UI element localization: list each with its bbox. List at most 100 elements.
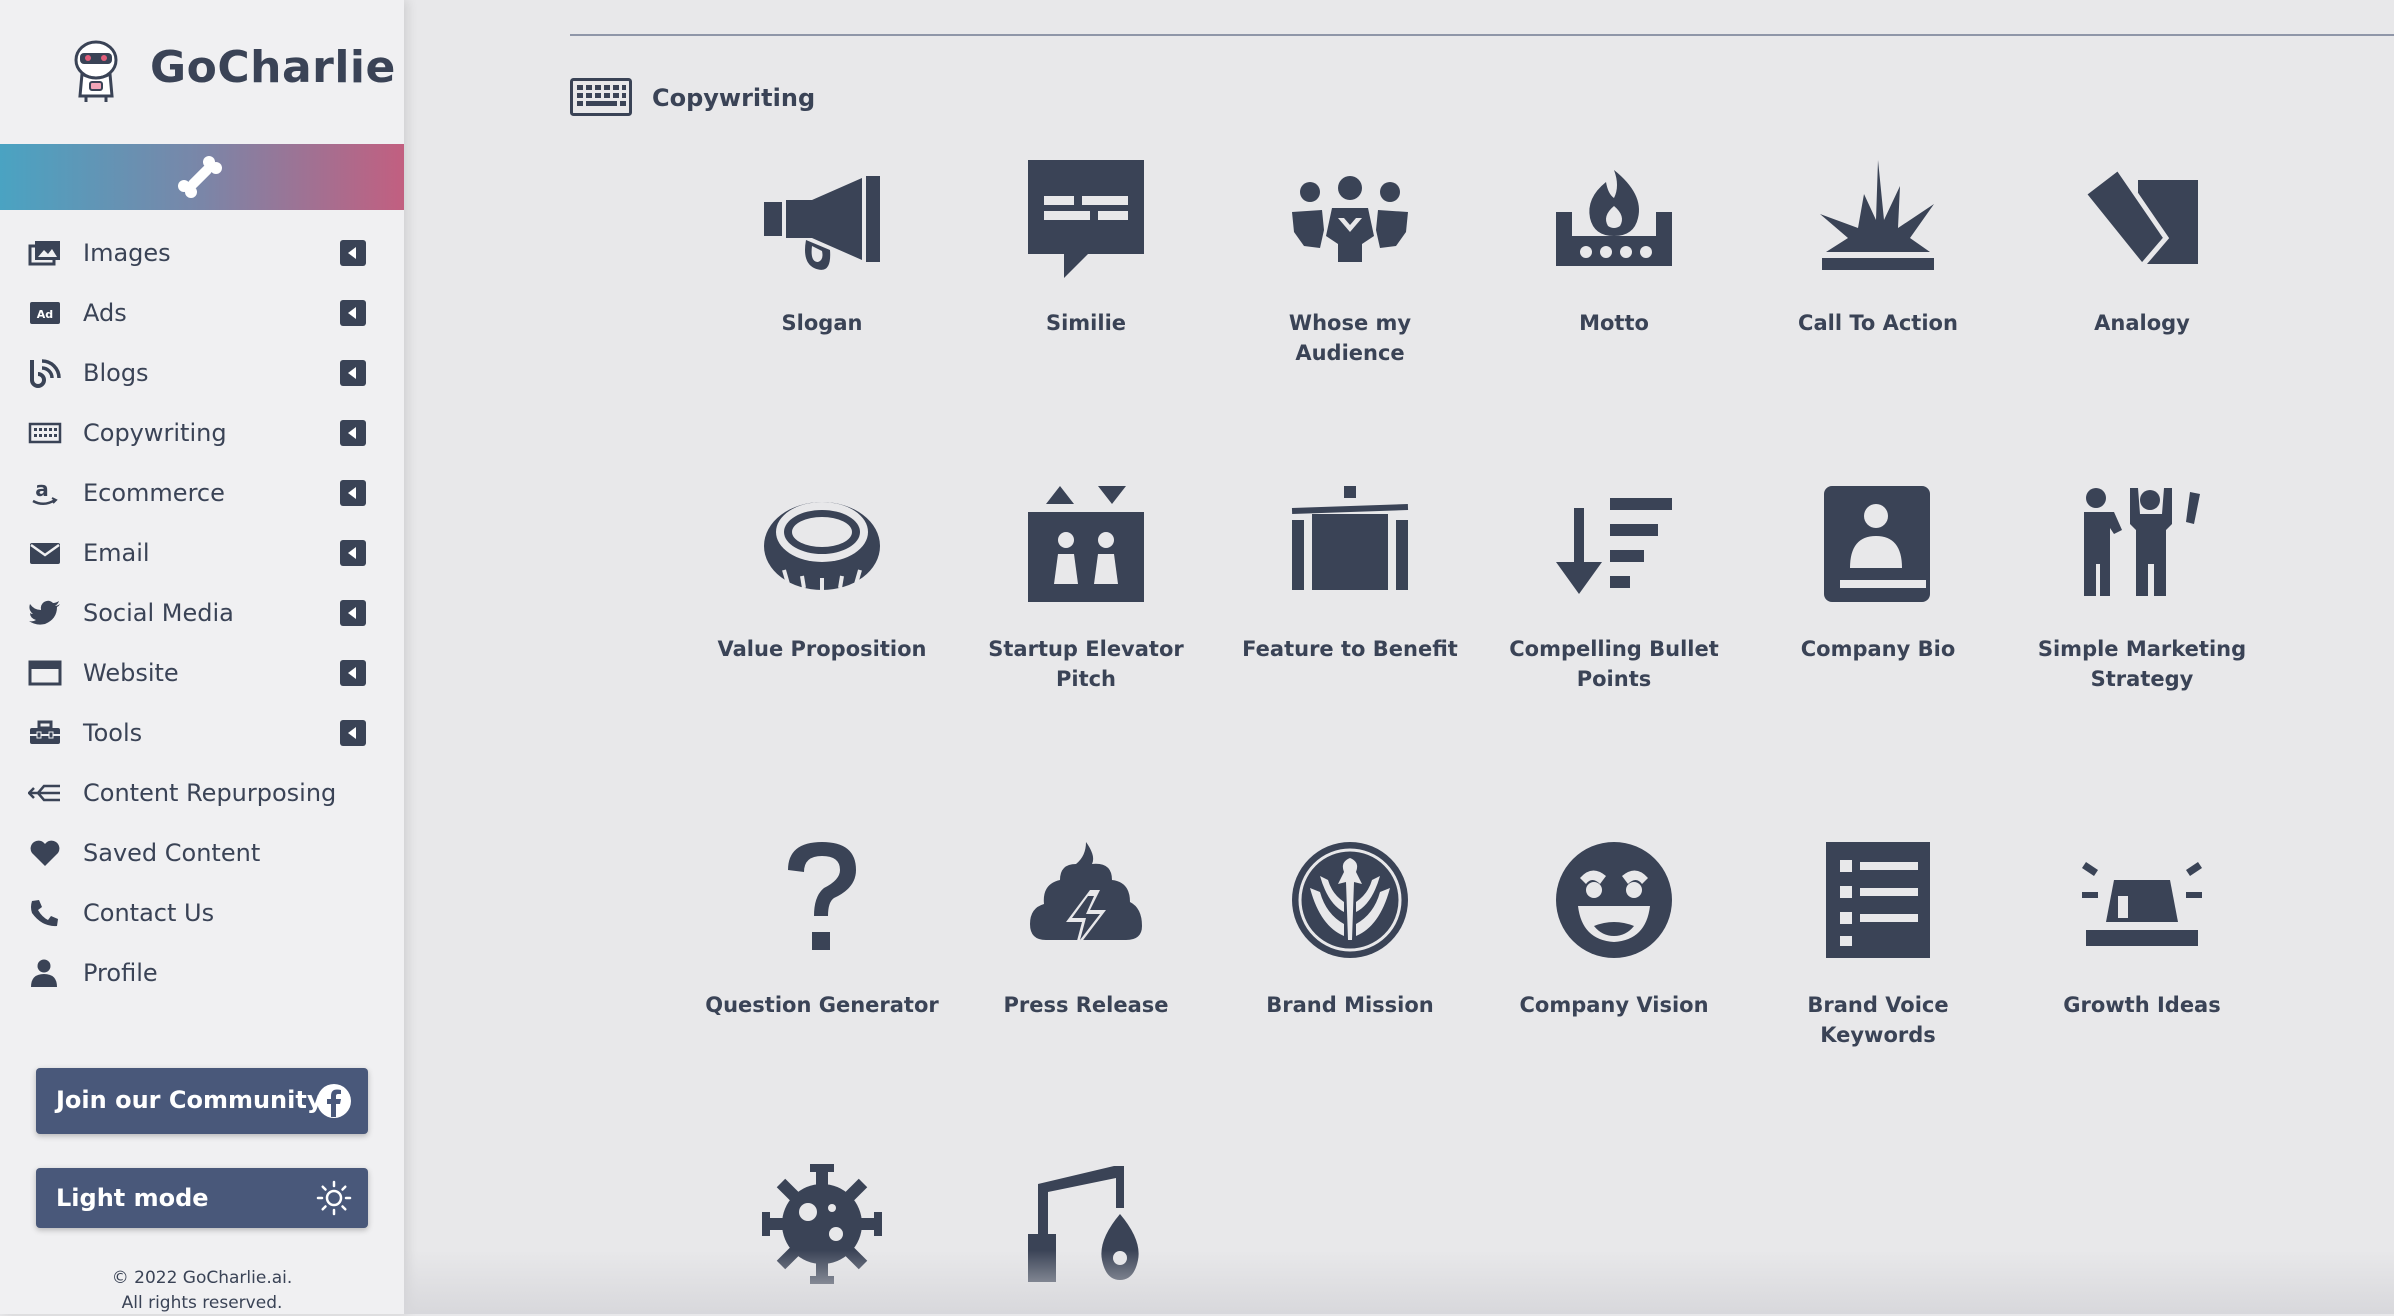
siren-icon xyxy=(2082,862,2202,946)
suitcase-icon xyxy=(1291,486,1409,590)
sidebar-item-profile[interactable]: Profile xyxy=(0,948,404,998)
logo[interactable]: GoCharlie xyxy=(0,0,404,144)
sidebar-item-images[interactable]: Images xyxy=(0,228,404,278)
sidebar-item-saved-content[interactable]: Saved Content xyxy=(0,828,404,878)
caret-left-icon[interactable] xyxy=(340,540,366,566)
caret-left-icon[interactable] xyxy=(340,480,366,506)
svg-text:Ad: Ad xyxy=(37,308,53,321)
sidebar-item-content-repurposing[interactable]: Content Repurposing xyxy=(0,768,404,818)
toolbox-icon xyxy=(30,720,60,744)
svg-text:a: a xyxy=(35,478,49,501)
light-mode-label: Light mode xyxy=(56,1184,209,1212)
caret-left-icon[interactable] xyxy=(340,420,366,446)
tool-label: Whose my Audience xyxy=(1288,311,1412,365)
sort-list-icon xyxy=(1556,498,1672,594)
sidebar-item-label: Email xyxy=(83,539,150,567)
sidebar-item-tools[interactable]: Tools xyxy=(0,708,404,758)
envelope-icon xyxy=(30,543,60,564)
tool-label: Simple Marketing Strategy xyxy=(2037,637,2247,691)
poo-storm-icon xyxy=(1030,842,1142,952)
sidebar-item-label: Website xyxy=(83,659,179,687)
tool-label: Compelling Bullet Points xyxy=(1509,637,1719,691)
contact-book-icon xyxy=(1824,486,1930,602)
tool-label: Analogy xyxy=(2094,311,2190,335)
gas-pump-icon xyxy=(1028,1166,1139,1282)
rights-line: All rights reserved. xyxy=(121,1293,283,1313)
sidebar: GoCharlie Images Ad Ads Blogs Copywritin… xyxy=(0,0,404,1314)
app-name: GoCharlie xyxy=(150,42,396,93)
bone-icon[interactable] xyxy=(176,154,224,200)
copyright-line: © 2022 GoCharlie.ai. xyxy=(111,1268,293,1288)
tool-label: Question Generator xyxy=(705,993,939,1017)
light-mode-button[interactable]: Light mode xyxy=(36,1168,368,1228)
tool-label: Brand Mission xyxy=(1266,993,1434,1017)
tool-label: Press Release xyxy=(1003,993,1169,1017)
sidebar-item-social-media[interactable]: Social Media xyxy=(0,588,404,638)
tool-label: Call To Action xyxy=(1798,311,1958,335)
blog-icon xyxy=(30,359,61,388)
header-divider xyxy=(570,34,2394,36)
sidebar-item-blogs[interactable]: Blogs xyxy=(0,348,404,398)
tool-label: Motto xyxy=(1579,311,1649,335)
caret-left-icon[interactable] xyxy=(340,660,366,686)
sidebar-item-email[interactable]: Email xyxy=(0,528,404,578)
sidebar-item-label: Contact Us xyxy=(83,899,215,927)
presenter-icon xyxy=(2084,488,2200,596)
sidebar-item-label: Profile xyxy=(83,959,158,987)
user-icon xyxy=(31,959,57,987)
sidebar-item-label: Content Repurposing xyxy=(83,779,337,807)
campfire-icon xyxy=(1556,170,1672,266)
speech-bubble-icon xyxy=(1028,160,1144,278)
brand-gradient-bar xyxy=(0,144,404,210)
mascot-icon xyxy=(74,40,118,102)
twitter-icon xyxy=(29,600,60,625)
ring-icon xyxy=(764,502,880,590)
merge-arrow-icon xyxy=(28,784,60,802)
tool-label: Growth Ideas xyxy=(2063,993,2221,1017)
question-icon xyxy=(788,842,856,950)
amazon-icon: a xyxy=(32,478,58,505)
sidebar-item-label: Ecommerce xyxy=(83,479,225,507)
caret-left-icon[interactable] xyxy=(340,360,366,386)
elevator-icon xyxy=(1028,486,1144,602)
tool-label: Brand Voice Keywords xyxy=(1807,993,1949,1047)
sidebar-item-copywriting[interactable]: Copywriting xyxy=(0,408,404,458)
window-icon xyxy=(28,660,62,686)
keyboard-icon xyxy=(570,78,632,116)
caret-left-icon[interactable] xyxy=(340,240,366,266)
copyright-footer: © 2022 GoCharlie.ai. All rights reserved… xyxy=(0,1266,404,1316)
section-title: Copywriting xyxy=(652,84,816,112)
sidebar-item-ecommerce[interactable]: a Ecommerce xyxy=(0,468,404,518)
laughing-face-icon xyxy=(1556,842,1672,958)
tool-label: Slogan xyxy=(781,311,863,335)
ad-icon: Ad xyxy=(30,302,60,324)
cards-icon xyxy=(2082,164,2198,270)
sidebar-item-website[interactable]: Website xyxy=(0,648,404,698)
images-icon xyxy=(28,241,60,266)
phoenix-emblem-icon xyxy=(1292,842,1408,958)
phone-icon xyxy=(31,900,58,927)
caret-left-icon[interactable] xyxy=(340,600,366,626)
tool-label: Startup Elevator Pitch xyxy=(988,637,1184,691)
sidebar-item-ads[interactable]: Ad Ads xyxy=(0,288,404,338)
join-community-button[interactable]: Join our Community! xyxy=(36,1068,368,1134)
tool-label: Company Vision xyxy=(1519,993,1709,1017)
heart-icon xyxy=(30,840,60,866)
sidebar-item-label: Images xyxy=(83,239,171,267)
tool-label: Company Bio xyxy=(1800,637,1956,661)
list-icon xyxy=(1826,842,1930,958)
join-community-label: Join our Community! xyxy=(56,1086,334,1114)
sidebar-item-label: Social Media xyxy=(83,599,234,627)
tool-label: Feature to Benefit xyxy=(1242,637,1458,661)
caret-left-icon[interactable] xyxy=(340,720,366,746)
sun-icon xyxy=(316,1180,352,1216)
sidebar-item-label: Saved Content xyxy=(83,839,261,867)
caret-left-icon[interactable] xyxy=(340,300,366,326)
main-content: Copywriting Slogan Similie Whose my Audi… xyxy=(404,0,2394,1314)
sidebar-item-contact-us[interactable]: Contact Us xyxy=(0,888,404,938)
megaphone-icon xyxy=(764,176,880,270)
people-group-icon xyxy=(1292,176,1408,262)
tool-label: Similie xyxy=(1045,311,1127,335)
keyboard-icon xyxy=(28,422,62,444)
burst-icon xyxy=(1820,160,1934,270)
